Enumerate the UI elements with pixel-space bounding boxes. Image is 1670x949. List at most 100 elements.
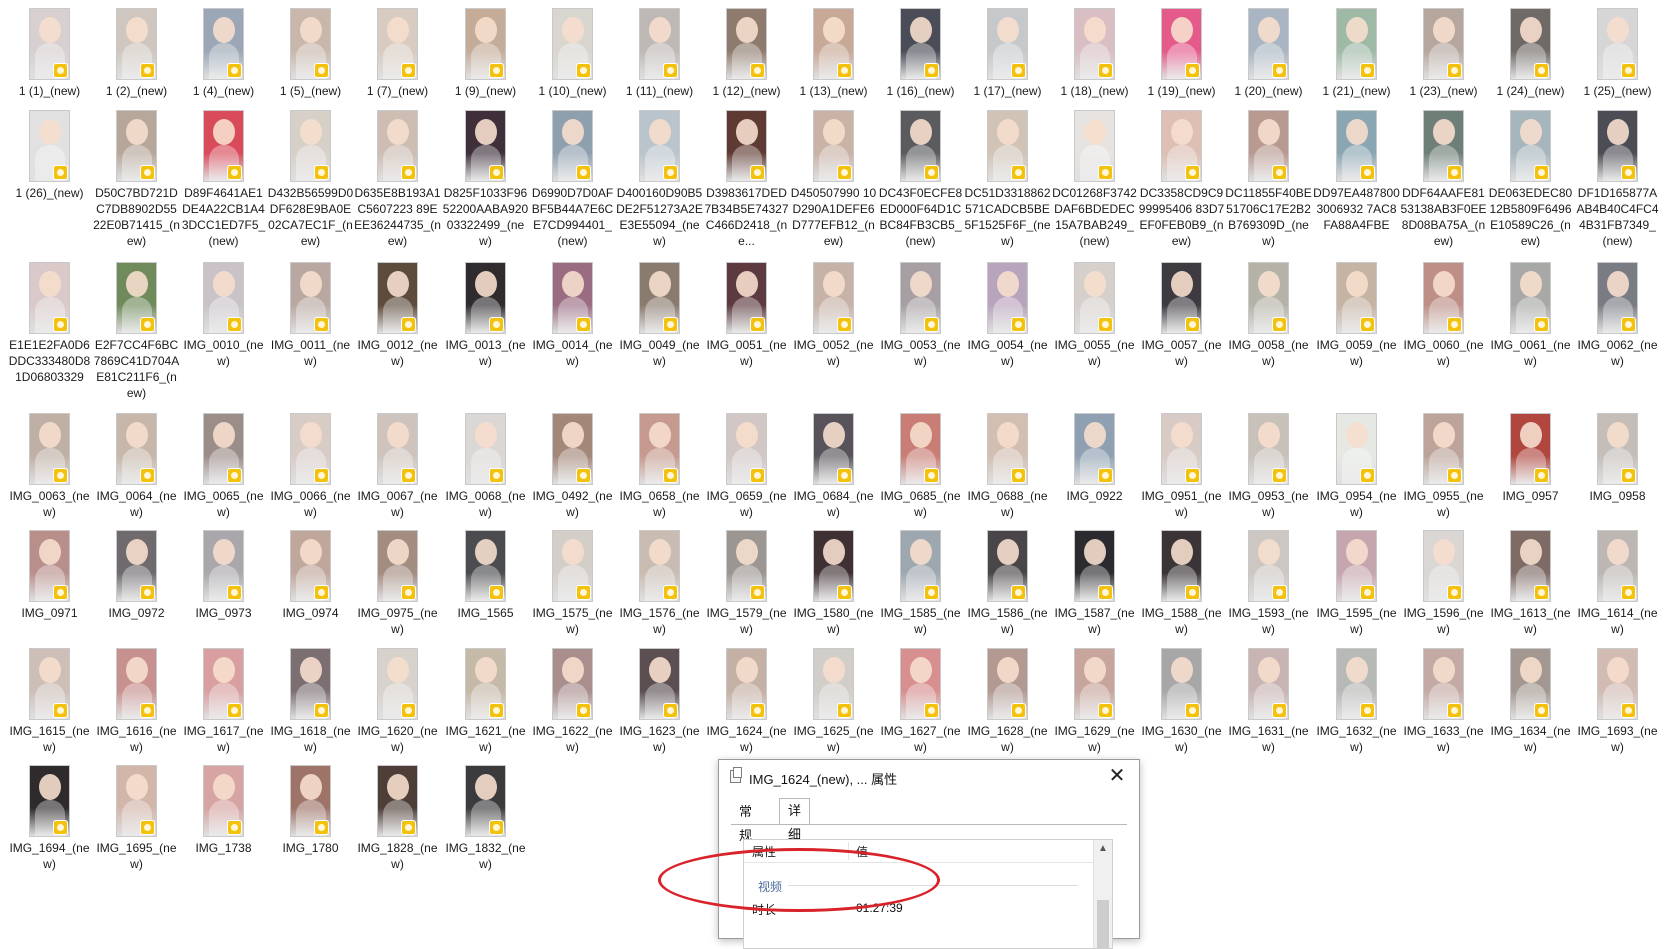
file-item[interactable]: D50C7BD721DC7DB8902D5522E0B71415_(new)	[93, 110, 180, 249]
file-item[interactable]: IMG_0685_(new)	[877, 413, 964, 520]
file-item[interactable]: 1 (20)_(new)	[1225, 8, 1312, 99]
file-item[interactable]: IMG_0658_(new)	[616, 413, 703, 520]
video-thumbnail[interactable]	[1074, 413, 1115, 485]
file-item[interactable]: IMG_1575_(new)	[529, 530, 616, 637]
file-item[interactable]: 1 (5)_(new)	[267, 8, 354, 99]
video-thumbnail[interactable]	[377, 765, 418, 837]
video-thumbnail[interactable]	[290, 110, 331, 182]
tab-general[interactable]: 常规	[731, 800, 760, 843]
file-item[interactable]: 1 (17)_(new)	[964, 8, 1051, 99]
property-name-duration[interactable]: 时长	[752, 901, 776, 918]
file-item[interactable]: 1 (12)_(new)	[703, 8, 790, 99]
file-item[interactable]: IMG_1620_(new)	[354, 648, 441, 755]
video-thumbnail[interactable]	[726, 110, 767, 182]
video-thumbnail[interactable]	[29, 648, 70, 720]
file-item[interactable]: IMG_1828_(new)	[354, 765, 441, 872]
file-item[interactable]: IMG_1693_(new)	[1574, 648, 1661, 755]
video-thumbnail[interactable]	[552, 262, 593, 334]
video-thumbnail[interactable]	[203, 413, 244, 485]
file-item[interactable]: DC3358CD9C999995406 83D7EF0FEB0B9_(new)	[1138, 110, 1225, 249]
video-thumbnail[interactable]	[987, 648, 1028, 720]
video-thumbnail[interactable]	[1597, 530, 1638, 602]
file-item[interactable]: 1 (9)_(new)	[442, 8, 529, 99]
file-item[interactable]: IMG_0957	[1487, 413, 1574, 504]
video-thumbnail[interactable]	[1423, 648, 1464, 720]
file-item[interactable]: IMG_0068_(new)	[442, 413, 529, 520]
video-thumbnail[interactable]	[1074, 8, 1115, 80]
file-item[interactable]: IMG_0012_(new)	[354, 262, 441, 369]
file-item[interactable]: 1 (21)_(new)	[1313, 8, 1400, 99]
video-thumbnail[interactable]	[290, 648, 331, 720]
file-item[interactable]: 1 (16)_(new)	[877, 8, 964, 99]
file-item[interactable]: IMG_1613_(new)	[1487, 530, 1574, 637]
file-item[interactable]: DD97EA4878003006932 7AC8FA88A4FBE	[1313, 110, 1400, 233]
tab-details[interactable]: 详细信息	[779, 798, 811, 890]
file-item[interactable]: IMG_0014_(new)	[529, 262, 616, 369]
video-thumbnail[interactable]	[1161, 530, 1202, 602]
video-thumbnail[interactable]	[1597, 648, 1638, 720]
file-item[interactable]: IMG_1633_(new)	[1400, 648, 1487, 755]
file-item[interactable]: IMG_0062_(new)	[1574, 262, 1661, 369]
video-thumbnail[interactable]	[290, 8, 331, 80]
column-header-value[interactable]: 值	[856, 843, 868, 860]
video-thumbnail[interactable]	[1336, 262, 1377, 334]
video-thumbnail[interactable]	[203, 765, 244, 837]
file-item[interactable]: IMG_1694_(new)	[6, 765, 93, 872]
video-thumbnail[interactable]	[29, 262, 70, 334]
video-thumbnail[interactable]	[29, 530, 70, 602]
video-thumbnail[interactable]	[465, 648, 506, 720]
file-item[interactable]: 1 (25)_(new)	[1574, 8, 1661, 99]
video-thumbnail[interactable]	[1597, 262, 1638, 334]
file-item[interactable]: 1 (10)_(new)	[529, 8, 616, 99]
column-divider[interactable]	[848, 842, 849, 860]
video-thumbnail[interactable]	[1597, 8, 1638, 80]
file-item[interactable]: IMG_1622_(new)	[529, 648, 616, 755]
scroll-up-icon[interactable]: ▲	[1094, 840, 1112, 858]
file-item[interactable]: D432B56599D0DF628E9BA0E02CA7EC1F_(new)	[267, 110, 354, 249]
file-item[interactable]: IMG_0954_(new)	[1313, 413, 1400, 520]
file-item[interactable]: IMG_0054_(new)	[964, 262, 1051, 369]
video-thumbnail[interactable]	[1510, 8, 1551, 80]
video-thumbnail[interactable]	[900, 262, 941, 334]
file-item[interactable]: IMG_1595_(new)	[1313, 530, 1400, 637]
video-thumbnail[interactable]	[1597, 413, 1638, 485]
file-item[interactable]: IMG_0953_(new)	[1225, 413, 1312, 520]
file-item[interactable]: 1 (19)_(new)	[1138, 8, 1225, 99]
video-thumbnail[interactable]	[203, 8, 244, 80]
file-item[interactable]: IMG_0067_(new)	[354, 413, 441, 520]
video-thumbnail[interactable]	[203, 530, 244, 602]
video-thumbnail[interactable]	[377, 413, 418, 485]
file-item[interactable]: E2F7CC4F6BC7869C41D704AE81C211F6_(new)	[93, 262, 180, 401]
video-thumbnail[interactable]	[1510, 413, 1551, 485]
video-thumbnail[interactable]	[1423, 110, 1464, 182]
video-thumbnail[interactable]	[1074, 530, 1115, 602]
video-thumbnail[interactable]	[1597, 110, 1638, 182]
video-thumbnail[interactable]	[116, 765, 157, 837]
file-item[interactable]: IMG_0955_(new)	[1400, 413, 1487, 520]
video-thumbnail[interactable]	[290, 262, 331, 334]
video-thumbnail[interactable]	[290, 530, 331, 602]
video-thumbnail[interactable]	[1248, 110, 1289, 182]
video-thumbnail[interactable]	[465, 110, 506, 182]
dialog-title-bar[interactable]: IMG_1624_(new), ... 属性 ✕	[719, 760, 1139, 792]
file-item[interactable]: 1 (1)_(new)	[6, 8, 93, 99]
file-item[interactable]: IMG_0974	[267, 530, 354, 621]
file-item[interactable]: IMG_0065_(new)	[180, 413, 267, 520]
file-item[interactable]: IMG_0058_(new)	[1225, 262, 1312, 369]
file-item[interactable]: IMG_0951_(new)	[1138, 413, 1225, 520]
file-item[interactable]: D400160D90B5DE2F51273A2EE3E55094_(new)	[616, 110, 703, 249]
video-thumbnail[interactable]	[552, 110, 593, 182]
video-thumbnail[interactable]	[1423, 262, 1464, 334]
file-item[interactable]: IMG_1630_(new)	[1138, 648, 1225, 755]
video-thumbnail[interactable]	[552, 8, 593, 80]
video-thumbnail[interactable]	[1336, 648, 1377, 720]
file-item[interactable]: IMG_1576_(new)	[616, 530, 703, 637]
file-item[interactable]: IMG_1579_(new)	[703, 530, 790, 637]
file-item[interactable]: IMG_1618_(new)	[267, 648, 354, 755]
file-item[interactable]: IMG_0011_(new)	[267, 262, 354, 369]
file-item[interactable]: IMG_0659_(new)	[703, 413, 790, 520]
video-thumbnail[interactable]	[987, 530, 1028, 602]
file-item[interactable]: IMG_0975_(new)	[354, 530, 441, 637]
column-header-property[interactable]: 属性	[752, 843, 776, 860]
video-thumbnail[interactable]	[1248, 648, 1289, 720]
